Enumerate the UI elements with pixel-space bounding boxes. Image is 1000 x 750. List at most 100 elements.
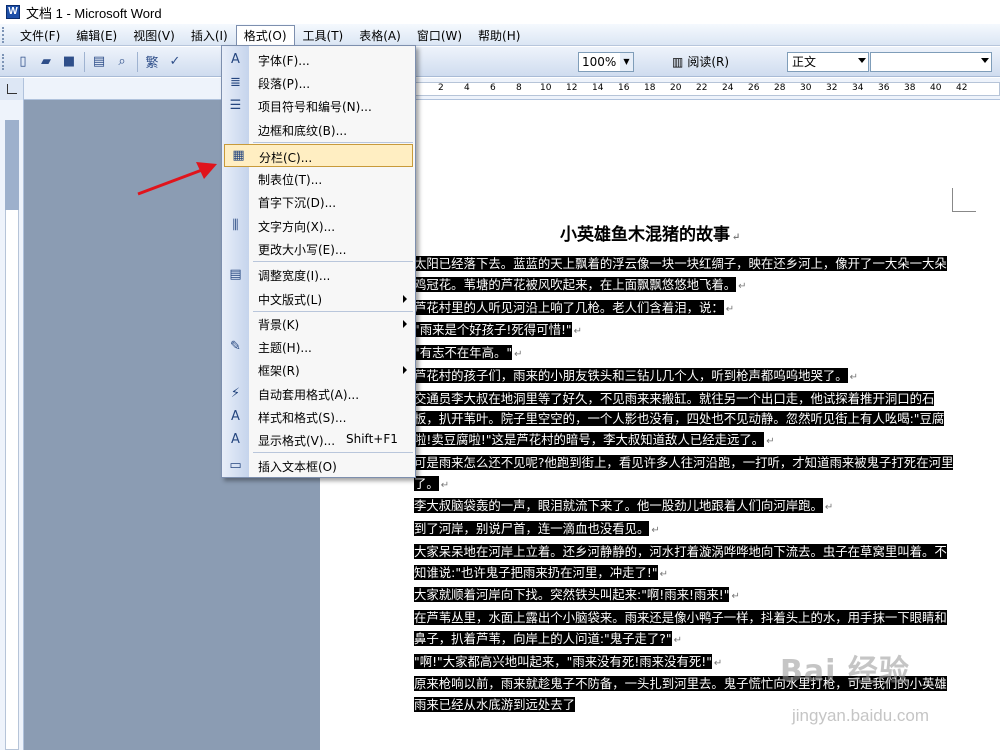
paragraph: 到了河岸，别说尸首，连一滴血也没看见。 ↵ bbox=[414, 521, 660, 536]
menu-item-label: 主题(H)... bbox=[258, 341, 312, 355]
ruler-tick: 42 bbox=[956, 83, 968, 93]
paragraph-text: 交通员李大叔在地洞里等了好久，不见雨来来搬缸。就往另一个出口走，他试探着推开洞口… bbox=[414, 390, 945, 447]
margin-corner-mark bbox=[952, 188, 976, 212]
menu-item-insert-textbox[interactable]: ▭ 插入文本框(O) bbox=[222, 454, 415, 477]
reveal-format-icon: A bbox=[231, 432, 240, 447]
spelling-icon[interactable]: ✓ bbox=[164, 51, 186, 73]
menu-item-reveal-formatting[interactable]: A 显示格式(V)... Shift+F1 bbox=[222, 428, 415, 451]
paragraph: 芦花村里的人听见河沿上响了几枪。老人们含着泪，说： ↵ bbox=[414, 299, 735, 315]
paragraph: "雨来是个好孩子!死得可惜!" ↵ bbox=[414, 322, 583, 338]
reading-icon: ▥ bbox=[672, 55, 684, 69]
menu-item-theme[interactable]: ✎ 主题(H)... bbox=[222, 335, 415, 358]
tab-selector[interactable] bbox=[0, 78, 24, 100]
menu-item-label: 分栏(C)... bbox=[259, 151, 313, 165]
new-document-icon[interactable]: ▯ bbox=[12, 51, 34, 73]
menu-table[interactable]: 表格(A) bbox=[351, 25, 409, 45]
menu-item-label: 显示格式(V)... bbox=[258, 434, 336, 448]
menu-item-label: 背景(K) bbox=[258, 318, 300, 332]
menu-item-tabs[interactable]: 制表位(T)... bbox=[222, 167, 415, 190]
style-select[interactable]: 正文 bbox=[787, 52, 869, 72]
menu-divider bbox=[253, 452, 413, 453]
menubar-grip[interactable] bbox=[2, 26, 6, 43]
theme-icon: ✎ bbox=[230, 339, 241, 354]
ruler-tick: 26 bbox=[748, 83, 760, 93]
traditional-chinese-icon[interactable]: 繁 bbox=[141, 51, 163, 73]
reading-button[interactable]: ▥ 阅读(R) bbox=[668, 52, 733, 72]
save-icon[interactable]: ■ bbox=[58, 51, 80, 73]
menu-item-autoformat[interactable]: ⚡ 自动套用格式(A)... bbox=[222, 382, 415, 405]
menu-bar: 文件(F) 编辑(E) 视图(V) 插入(I) 格式(O) 工具(T) 表格(A… bbox=[0, 24, 1000, 46]
open-folder-icon[interactable]: ▰ bbox=[35, 51, 57, 73]
ruler-tick: 16 bbox=[618, 83, 630, 93]
menu-edit[interactable]: 编辑(E) bbox=[68, 25, 125, 45]
menu-item-label: 项目符号和编号(N)... bbox=[258, 100, 372, 114]
menu-item-frames[interactable]: 框架(R) bbox=[222, 358, 415, 381]
menu-item-shortcut: Shift+F1 bbox=[346, 432, 398, 446]
menu-format[interactable]: 格式(O) bbox=[235, 24, 295, 45]
menu-item-bullets[interactable]: ☰ 项目符号和编号(N)... bbox=[222, 94, 415, 117]
background-icon bbox=[222, 312, 249, 335]
menu-item-label: 更改大小写(E)... bbox=[258, 243, 347, 257]
paragraph-text: "有志不在年高。" bbox=[414, 345, 513, 360]
document-title[interactable]: 小英雄鱼木混猪的故事 ↵ bbox=[560, 220, 740, 245]
window-title: 文档 1 - Microsoft Word bbox=[26, 5, 162, 21]
menu-item-background[interactable]: 背景(K) bbox=[222, 312, 415, 335]
watermark-url: jingyan.baidu.com bbox=[792, 706, 930, 725]
menu-item-label: 段落(P)... bbox=[258, 77, 311, 91]
menu-item-styles[interactable]: A 样式和格式(S)... bbox=[222, 405, 415, 428]
menu-item-label: 框架(R) bbox=[258, 364, 300, 378]
menu-file[interactable]: 文件(F) bbox=[12, 25, 68, 45]
paragraph-icon: ≣ bbox=[230, 75, 241, 90]
style-dropdown-icon[interactable] bbox=[858, 58, 866, 63]
menu-item-label: 插入文本框(O) bbox=[258, 460, 337, 474]
toolbar-grip[interactable] bbox=[2, 53, 6, 70]
ruler-tick: 28 bbox=[774, 83, 786, 93]
print-icon[interactable]: ▤ bbox=[88, 51, 110, 73]
ruler-tick: 40 bbox=[930, 83, 942, 93]
menu-item-paragraph[interactable]: ≣ 段落(P)... bbox=[222, 71, 415, 94]
paragraph: 交通员李大叔在地洞里等了好久，不见雨来来搬缸。就往另一个出口走，他试探着推开洞口… bbox=[414, 390, 945, 447]
format-menu-dropdown: A 字体(F)... ≣ 段落(P)... ☰ 项目符号和编号(N)... 边框… bbox=[221, 45, 416, 478]
menu-item-label: 制表位(T)... bbox=[258, 173, 323, 187]
ruler-tick: 22 bbox=[696, 83, 708, 93]
menu-item-text-direction[interactable]: ⫼ 文字方向(X)... bbox=[222, 214, 415, 237]
ruler-tick: 12 bbox=[566, 83, 578, 93]
menu-item-font[interactable]: A 字体(F)... bbox=[222, 48, 415, 71]
menu-help[interactable]: 帮助(H) bbox=[470, 25, 528, 45]
ruler-tick: 30 bbox=[800, 83, 812, 93]
print-preview-icon[interactable]: ⌕ bbox=[111, 51, 133, 73]
paragraph: 太阳已经落下去。蓝蓝的天上飘着的浮云像一块一块红绸子，映在还乡河上，像开了一大朵… bbox=[414, 256, 947, 292]
menu-item-borders[interactable]: 边框和底纹(B)... bbox=[222, 118, 415, 141]
font-dropdown-icon[interactable] bbox=[981, 58, 989, 63]
paragraph-text: 芦花村的孩子们，雨来的小朋友铁头和三钻儿几个人，听到枪声都呜呜地哭了。 bbox=[414, 367, 848, 383]
toolbar-separator bbox=[84, 51, 85, 72]
paragraph-text: 大家呆呆地在河岸上立着。还乡河静静的，河水打着漩涡哗哗地向下流去。虫子在草窝里叫… bbox=[414, 543, 947, 580]
submenu-arrow-icon bbox=[403, 295, 407, 303]
font-select[interactable] bbox=[870, 52, 992, 72]
menu-divider bbox=[253, 142, 413, 143]
annotation-arrow bbox=[137, 162, 217, 196]
textbox-icon: ▭ bbox=[229, 458, 242, 473]
vertical-ruler[interactable] bbox=[0, 100, 24, 750]
menu-insert[interactable]: 插入(I) bbox=[183, 25, 236, 45]
ruler-tick: 18 bbox=[644, 83, 656, 93]
style-value: 正文 bbox=[792, 55, 817, 69]
paragraph: 李大叔脑袋轰的一声，眼泪就流下来了。他一股劲儿地跟着人们向河岸跑。 ↵ bbox=[414, 498, 834, 514]
menu-item-drop-cap[interactable]: 首字下沉(D)... bbox=[222, 190, 415, 213]
zoom-dropdown-icon[interactable]: ▼ bbox=[620, 53, 633, 71]
ruler-tick: 24 bbox=[722, 83, 734, 93]
menu-item-change-case[interactable]: 更改大小写(E)... bbox=[222, 237, 415, 260]
menu-item-label: 文字方向(X)... bbox=[258, 220, 336, 234]
menu-view[interactable]: 视图(V) bbox=[125, 25, 183, 45]
menu-item-columns[interactable]: ▦ 分栏(C)... bbox=[224, 144, 413, 167]
paragraph: 可是雨来怎么还不见呢?他跑到街上，看见许多人往河沿跑，一打听，才知道雨来被鬼子打… bbox=[414, 454, 954, 491]
submenu-arrow-icon bbox=[403, 320, 407, 328]
ruler-tick: 14 bbox=[592, 83, 604, 93]
horizontal-ruler[interactable]: 2 4 6 8 10 12 14 16 18 20 22 24 26 28 30… bbox=[24, 78, 1000, 100]
menu-item-asian-layout[interactable]: 中文版式(L) bbox=[222, 287, 415, 310]
ruler-tick: 34 bbox=[852, 83, 864, 93]
menu-window[interactable]: 窗口(W) bbox=[409, 25, 470, 45]
menu-item-fit-width[interactable]: ▤ 调整宽度(I)... bbox=[222, 263, 415, 286]
baidu-jingyan-watermark: Bai 经验 jingyan.baidu.com bbox=[760, 640, 960, 740]
menu-tools[interactable]: 工具(T) bbox=[295, 25, 352, 45]
